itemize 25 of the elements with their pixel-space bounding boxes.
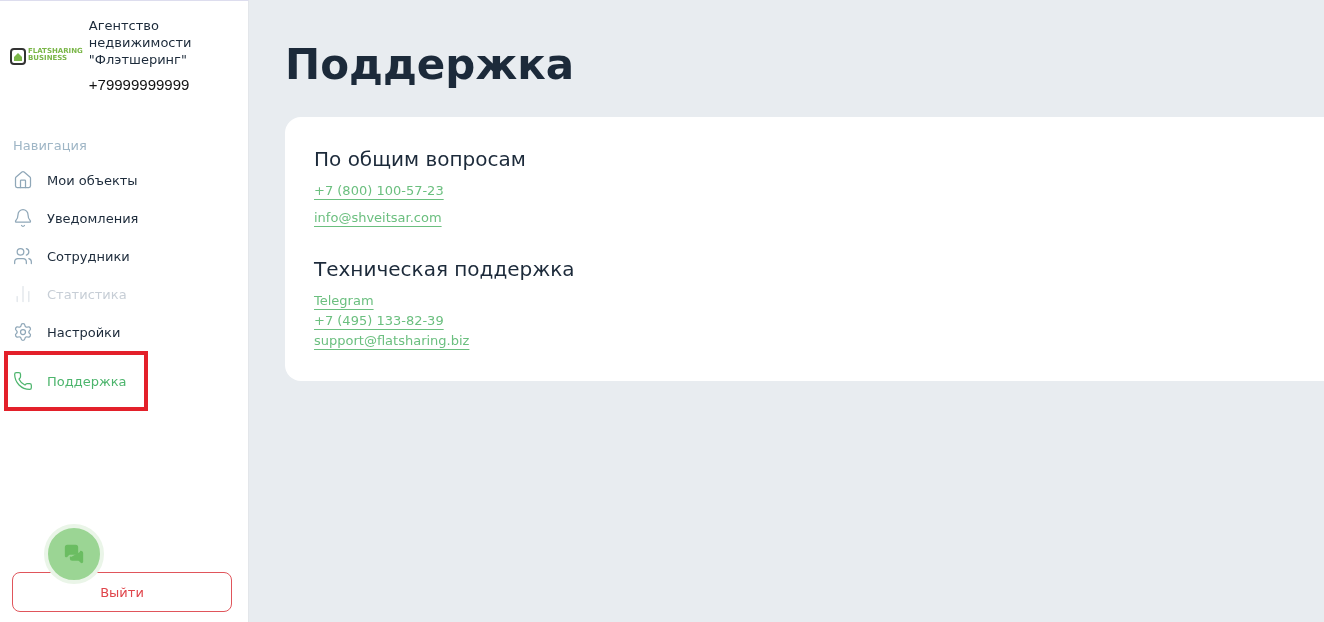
users-icon bbox=[13, 246, 33, 266]
section-heading: По общим вопросам bbox=[314, 147, 527, 171]
house-icon bbox=[13, 170, 33, 190]
section-heading: Техническая поддержка bbox=[314, 257, 576, 281]
nav-item[interactable]: Мои объекты bbox=[0, 161, 248, 199]
nav-heading: Навигация bbox=[13, 138, 88, 153]
house-icon bbox=[10, 45, 26, 65]
contact-link[interactable]: Telegram bbox=[314, 293, 374, 308]
contact-link[interactable]: +7 (800) 100-57-23 bbox=[314, 183, 444, 198]
settings-icon bbox=[13, 322, 33, 342]
nav-item[interactable]: Сотрудники bbox=[0, 237, 248, 275]
chat-icon bbox=[64, 544, 84, 564]
company-name: Агентство недвижимости "Флэтшеринг" bbox=[88, 17, 193, 68]
nav-item[interactable]: Поддержка bbox=[4, 351, 148, 411]
nav-item[interactable]: Уведомления bbox=[0, 199, 248, 237]
contact-link[interactable]: support@flatsharing.biz bbox=[314, 333, 470, 348]
logout-button[interactable]: Выйти bbox=[12, 572, 232, 612]
bell-icon bbox=[13, 208, 33, 228]
contact-link[interactable]: info@shveitsar.com bbox=[314, 210, 442, 225]
contact-link[interactable]: +7 (495) 133-82-39 bbox=[314, 313, 444, 328]
phone-icon bbox=[13, 371, 33, 391]
chat-button[interactable] bbox=[44, 524, 104, 584]
nav-item[interactable]: Настройки bbox=[0, 313, 248, 351]
page-title: Поддержка bbox=[285, 40, 576, 89]
company-phone: +79999999999 bbox=[88, 76, 191, 93]
